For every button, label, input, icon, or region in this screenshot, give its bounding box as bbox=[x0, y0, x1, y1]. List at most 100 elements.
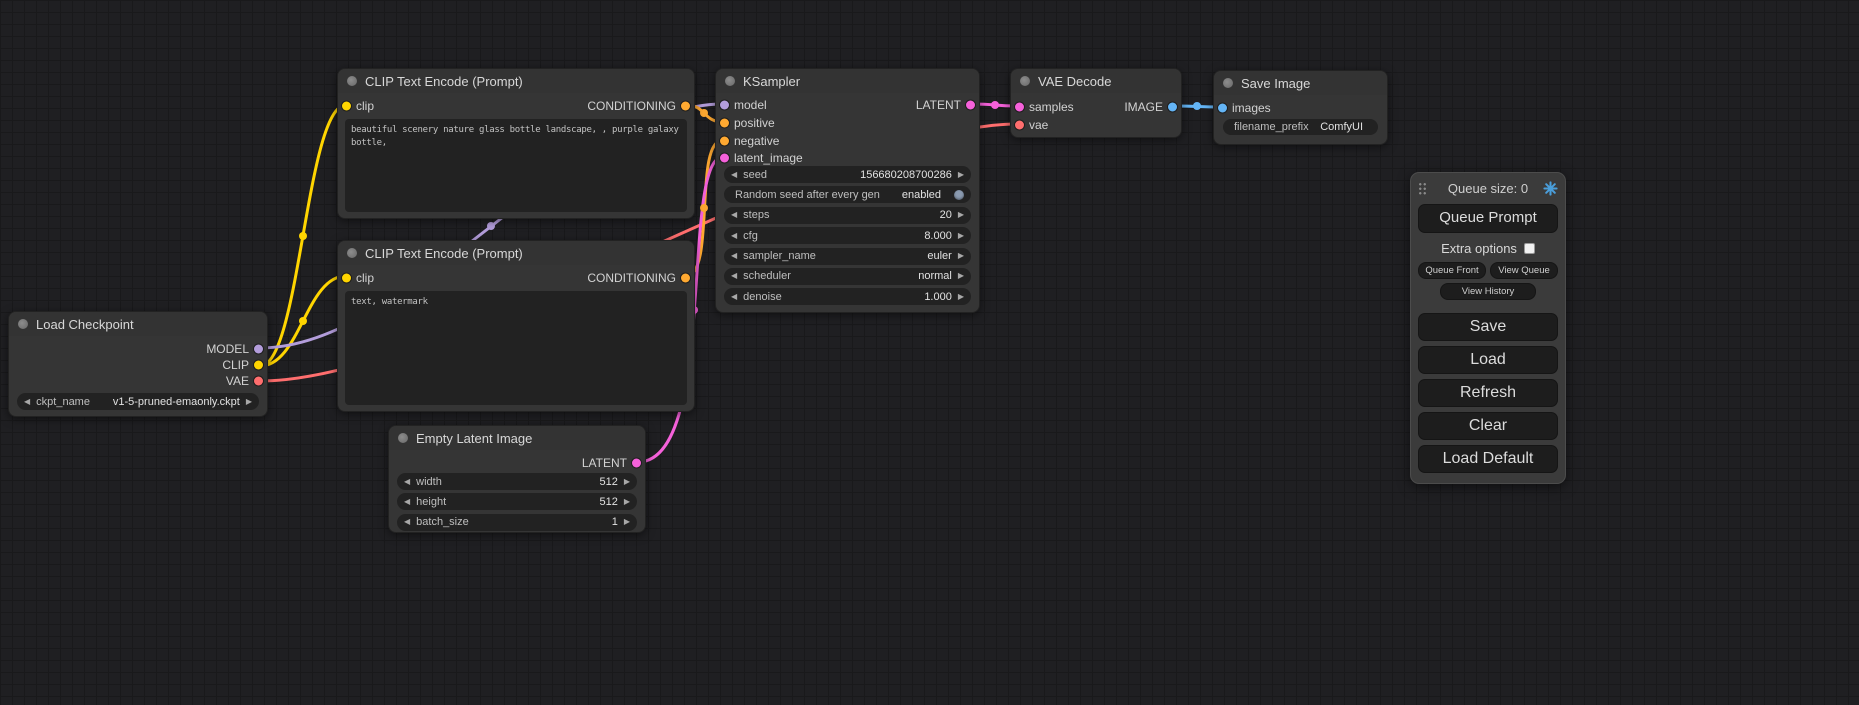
node-title-bar[interactable]: Empty Latent Image bbox=[389, 426, 645, 450]
decrement-arrow-icon[interactable]: ◀ bbox=[731, 272, 737, 280]
vae-input-port[interactable] bbox=[1015, 120, 1024, 129]
node-title-bar[interactable]: VAE Decode bbox=[1011, 69, 1181, 93]
node-clip-text-encode-negative[interactable]: CLIP Text Encode (Prompt) clip CONDITION… bbox=[337, 240, 695, 412]
node-vae-decode[interactable]: VAE Decode samples IMAGE vae bbox=[1010, 68, 1182, 138]
image-output-port[interactable] bbox=[1168, 102, 1177, 111]
output-label-conditioning: CONDITIONING bbox=[587, 99, 676, 113]
latent-image-input-port[interactable] bbox=[720, 154, 729, 163]
widget-label: batch_size bbox=[416, 516, 469, 528]
increment-arrow-icon[interactable]: ▶ bbox=[624, 498, 630, 506]
node-empty-latent-image[interactable]: Empty Latent Image LATENT ◀ width 512 ▶ … bbox=[388, 425, 646, 533]
queue-prompt-button[interactable]: Queue Prompt bbox=[1418, 204, 1558, 233]
node-title-bar[interactable]: CLIP Text Encode (Prompt) bbox=[338, 69, 694, 93]
cfg-widget[interactable]: ◀ cfg 8.000 ▶ bbox=[724, 227, 971, 244]
view-history-button[interactable]: View History bbox=[1440, 283, 1536, 300]
positive-input-port[interactable] bbox=[720, 119, 729, 128]
steps-widget[interactable]: ◀ steps 20 ▶ bbox=[724, 207, 971, 224]
negative-input-port[interactable] bbox=[720, 137, 729, 146]
height-widget[interactable]: ◀ height 512 ▶ bbox=[397, 493, 637, 510]
output-label-conditioning: CONDITIONING bbox=[587, 271, 676, 285]
slot-row: MODEL bbox=[9, 341, 267, 357]
denoise-widget[interactable]: ◀ denoise 1.000 ▶ bbox=[724, 288, 971, 305]
conditioning-output-port[interactable] bbox=[681, 102, 690, 111]
save-button[interactable]: Save bbox=[1418, 313, 1558, 341]
extra-options-checkbox[interactable] bbox=[1524, 243, 1535, 254]
images-input-port[interactable] bbox=[1218, 104, 1227, 113]
decrement-arrow-icon[interactable]: ◀ bbox=[731, 232, 737, 240]
model-output-port[interactable] bbox=[254, 345, 263, 354]
node-title-bar[interactable]: CLIP Text Encode (Prompt) bbox=[338, 241, 694, 265]
node-clip-text-encode-positive[interactable]: CLIP Text Encode (Prompt) clip CONDITION… bbox=[337, 68, 695, 219]
sampler-name-widget[interactable]: ◀ sampler_name euler ▶ bbox=[724, 248, 971, 265]
collapse-dot[interactable] bbox=[398, 433, 408, 443]
collapse-dot[interactable] bbox=[725, 76, 735, 86]
node-save-image[interactable]: Save Image images filename_prefix ComfyU… bbox=[1213, 70, 1388, 145]
toggle-dot-icon[interactable] bbox=[954, 190, 964, 200]
increment-arrow-icon[interactable]: ▶ bbox=[958, 232, 964, 240]
wire-midpoint-dot bbox=[299, 232, 307, 240]
increment-arrow-icon[interactable]: ▶ bbox=[958, 272, 964, 280]
load-button[interactable]: Load bbox=[1418, 346, 1558, 374]
collapse-dot[interactable] bbox=[347, 248, 357, 258]
node-title-bar[interactable]: Save Image bbox=[1214, 71, 1387, 95]
view-queue-button[interactable]: View Queue bbox=[1490, 262, 1558, 279]
collapse-dot[interactable] bbox=[18, 319, 28, 329]
filename-prefix-widget[interactable]: filename_prefix ComfyUI bbox=[1223, 119, 1378, 135]
decrement-arrow-icon[interactable]: ◀ bbox=[24, 398, 30, 406]
clip-input-port[interactable] bbox=[342, 274, 351, 283]
decrement-arrow-icon[interactable]: ◀ bbox=[731, 252, 737, 260]
clip-output-port[interactable] bbox=[254, 361, 263, 370]
slot-row: LATENT bbox=[389, 455, 645, 471]
seed-widget[interactable]: ◀ seed 156680208700286 ▶ bbox=[724, 166, 971, 183]
refresh-button[interactable]: Refresh bbox=[1418, 379, 1558, 407]
decrement-arrow-icon[interactable]: ◀ bbox=[731, 171, 737, 179]
conditioning-output-port[interactable] bbox=[681, 274, 690, 283]
node-title-bar[interactable]: KSampler bbox=[716, 69, 979, 93]
decrement-arrow-icon[interactable]: ◀ bbox=[404, 498, 410, 506]
negative-prompt-textarea[interactable]: text, watermark bbox=[345, 291, 687, 405]
scheduler-widget[interactable]: ◀ scheduler normal ▶ bbox=[724, 268, 971, 285]
batch-size-widget[interactable]: ◀ batch_size 1 ▶ bbox=[397, 514, 637, 531]
collapse-dot[interactable] bbox=[1020, 76, 1030, 86]
samples-input-port[interactable] bbox=[1015, 102, 1024, 111]
increment-arrow-icon[interactable]: ▶ bbox=[958, 171, 964, 179]
drag-handle-icon[interactable] bbox=[1418, 181, 1427, 195]
queue-buttons-row: Queue Front View Queue bbox=[1418, 262, 1558, 279]
clip-input-port[interactable] bbox=[342, 102, 351, 111]
widget-label: denoise bbox=[743, 291, 782, 303]
decrement-arrow-icon[interactable]: ◀ bbox=[731, 293, 737, 301]
clear-button[interactable]: Clear bbox=[1418, 412, 1558, 440]
node-title-bar[interactable]: Load Checkpoint bbox=[9, 312, 267, 336]
random-seed-toggle-widget[interactable]: Random seed after every gen enabled bbox=[724, 186, 971, 203]
settings-gear-icon[interactable] bbox=[1543, 181, 1558, 196]
queue-panel: Queue size: 0 Queue Prompt Extra options… bbox=[1410, 172, 1566, 484]
decrement-arrow-icon[interactable]: ◀ bbox=[404, 518, 410, 526]
collapse-dot[interactable] bbox=[347, 76, 357, 86]
widget-value: euler bbox=[927, 250, 951, 262]
node-load-checkpoint[interactable]: Load Checkpoint MODEL CLIP VAE ◀ ckpt_na… bbox=[8, 311, 268, 417]
increment-arrow-icon[interactable]: ▶ bbox=[246, 398, 252, 406]
input-label-positive: positive bbox=[734, 116, 775, 130]
increment-arrow-icon[interactable]: ▶ bbox=[958, 211, 964, 219]
width-widget[interactable]: ◀ width 512 ▶ bbox=[397, 473, 637, 490]
positive-prompt-textarea[interactable]: beautiful scenery nature glass bottle la… bbox=[345, 119, 687, 212]
ckpt-name-widget[interactable]: ◀ ckpt_name v1-5-pruned-emaonly.ckpt ▶ bbox=[17, 393, 259, 410]
output-label-image: IMAGE bbox=[1124, 100, 1163, 114]
load-default-button[interactable]: Load Default bbox=[1418, 445, 1558, 473]
model-input-port[interactable] bbox=[720, 101, 729, 110]
vae-output-port[interactable] bbox=[254, 377, 263, 386]
decrement-arrow-icon[interactable]: ◀ bbox=[731, 211, 737, 219]
increment-arrow-icon[interactable]: ▶ bbox=[958, 293, 964, 301]
queue-front-button[interactable]: Queue Front bbox=[1418, 262, 1486, 279]
latent-output-port[interactable] bbox=[966, 101, 975, 110]
increment-arrow-icon[interactable]: ▶ bbox=[624, 518, 630, 526]
latent-output-port[interactable] bbox=[632, 459, 641, 468]
output-label-vae: VAE bbox=[226, 374, 249, 388]
collapse-dot[interactable] bbox=[1223, 78, 1233, 88]
increment-arrow-icon[interactable]: ▶ bbox=[624, 478, 630, 486]
node-ksampler[interactable]: KSampler model LATENT positive negative … bbox=[715, 68, 980, 313]
input-label-negative: negative bbox=[734, 134, 779, 148]
increment-arrow-icon[interactable]: ▶ bbox=[958, 252, 964, 260]
widgets-column: ◀ seed 156680208700286 ▶ Random seed aft… bbox=[724, 166, 971, 305]
decrement-arrow-icon[interactable]: ◀ bbox=[404, 478, 410, 486]
